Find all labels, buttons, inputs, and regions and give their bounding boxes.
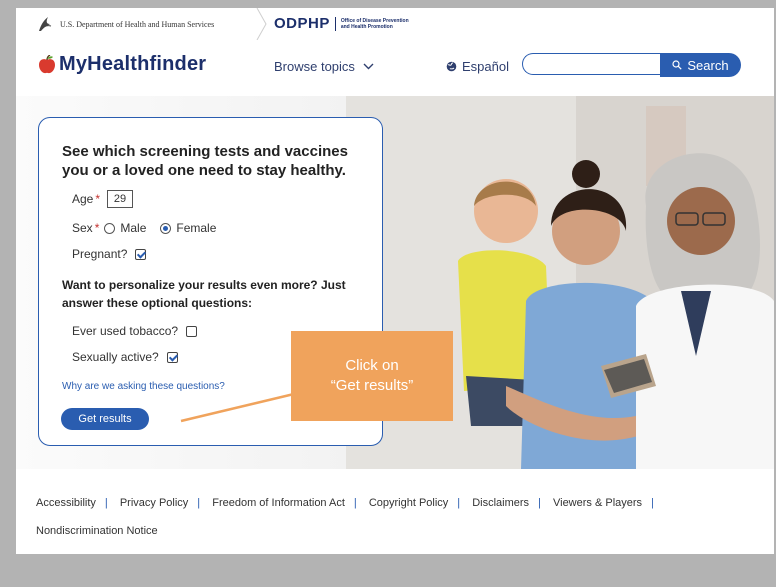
tobacco-row: Ever used tobacco? xyxy=(72,324,198,338)
footer-separator: | xyxy=(651,497,654,509)
hero-section: See which screening tests and vaccines y… xyxy=(16,96,774,469)
pregnant-checkbox[interactable] xyxy=(135,248,147,260)
site-header: MyHealthfinder Browse topics Español Sea… xyxy=(16,40,774,96)
sexually-active-label: Sexually active? xyxy=(72,350,159,364)
pregnant-row: Pregnant? xyxy=(72,247,147,261)
tobacco-checkbox[interactable] xyxy=(186,325,198,337)
banner-divider xyxy=(256,8,267,40)
browse-topics-label: Browse topics xyxy=(274,59,355,74)
odphp-link[interactable]: ODPHP Office of Disease Prevention and H… xyxy=(274,15,411,32)
footer-separator: | xyxy=(538,497,541,509)
search-input[interactable] xyxy=(522,53,672,75)
hhs-link[interactable]: U.S. Department of Health and Human Serv… xyxy=(36,15,214,33)
browser-viewport: U.S. Department of Health and Human Serv… xyxy=(16,8,774,554)
search-button-label: Search xyxy=(687,57,729,73)
sex-female-radio[interactable] xyxy=(160,222,172,234)
footer-separator: | xyxy=(353,497,357,509)
footer-link-disclaimers[interactable]: Disclaimers xyxy=(472,497,529,509)
search-form: Search xyxy=(522,53,741,77)
globe-icon xyxy=(446,61,457,72)
espanol-link[interactable]: Español xyxy=(446,59,509,74)
brand-name: MyHealthfinder xyxy=(59,53,207,75)
odphp-logo: ODPHP xyxy=(274,15,330,32)
footer-separator: | xyxy=(197,497,201,509)
footer-link-accessibility[interactable]: Accessibility xyxy=(36,497,96,509)
sex-row: Sex * Male Female xyxy=(72,221,216,235)
footer-link-viewers[interactable]: Viewers & Players xyxy=(553,497,642,509)
sexually-active-checkbox[interactable] xyxy=(166,351,178,363)
sex-female-label[interactable]: Female xyxy=(176,221,216,235)
form-title: See which screening tests and vaccines y… xyxy=(62,143,348,179)
footer-link-copyright[interactable]: Copyright Policy xyxy=(369,497,448,509)
search-icon xyxy=(672,60,683,70)
tutorial-callout: Click on “Get results” xyxy=(291,331,453,421)
footer-link-privacy[interactable]: Privacy Policy xyxy=(120,497,188,509)
gov-banner: U.S. Department of Health and Human Serv… xyxy=(16,8,774,41)
odphp-subtitle: Office of Disease Prevention and Health … xyxy=(340,17,409,30)
age-input[interactable]: 29 xyxy=(107,190,134,208)
sex-male-label[interactable]: Male xyxy=(120,221,146,235)
site-footer: Accessibility | Privacy Policy | Freedom o… xyxy=(16,469,774,554)
chevron-down-icon xyxy=(363,63,374,70)
personalize-text: Want to personalize your results even mo… xyxy=(62,278,346,310)
age-label: Age xyxy=(72,192,94,206)
callout-line-2: “Get results” xyxy=(330,377,414,394)
age-row: Age * 29 xyxy=(72,190,134,208)
home-link[interactable]: MyHealthfinder xyxy=(38,53,206,76)
age-required-mark: * xyxy=(95,192,101,206)
sexually-active-row: Sexually active? xyxy=(72,350,178,364)
footer-link-nondiscrimination[interactable]: Nondiscrimination Notice xyxy=(36,525,158,537)
apple-icon xyxy=(39,54,55,73)
get-results-button[interactable]: Get results xyxy=(61,408,149,430)
tobacco-label: Ever used tobacco? xyxy=(72,324,179,338)
callout-line-1: Click on xyxy=(345,357,399,374)
footer-separator: | xyxy=(104,497,108,509)
footer-links: Accessibility | Privacy Policy | Freedom o… xyxy=(36,489,756,545)
pregnant-label: Pregnant? xyxy=(72,247,128,261)
hhs-text: U.S. Department of Health and Human Serv… xyxy=(60,19,215,29)
espanol-label: Español xyxy=(462,59,509,74)
footer-link-foia[interactable]: Freedom of Information Act xyxy=(212,497,345,509)
sex-label: Sex xyxy=(72,221,93,235)
hhs-eagle-icon xyxy=(39,17,52,31)
sex-male-radio[interactable] xyxy=(104,222,116,234)
footer-separator: | xyxy=(457,497,461,509)
sex-required-mark: * xyxy=(94,221,100,235)
odphp-separator xyxy=(334,16,336,31)
browse-topics-menu[interactable]: Browse topics xyxy=(274,59,374,74)
search-button[interactable]: Search xyxy=(660,53,741,77)
why-asking-link[interactable]: Why are we asking these questions? xyxy=(62,381,225,392)
